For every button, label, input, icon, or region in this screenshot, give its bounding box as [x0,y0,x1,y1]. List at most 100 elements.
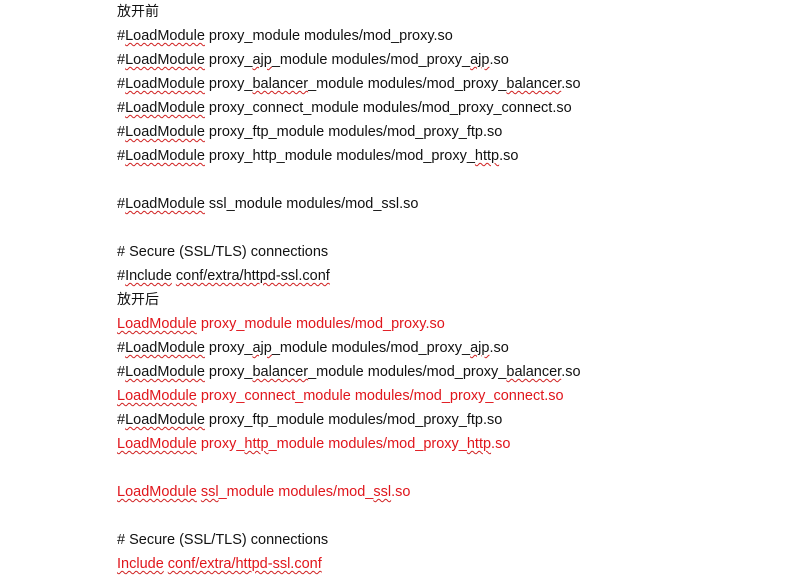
file-extension: .so [544,388,564,404]
line-text: proxy_ [204,364,253,380]
config-line: #LoadModule proxy_ajp_module modules/mod… [117,48,581,72]
line-text: proxy_module modules/mod_proxy [196,316,426,332]
file-extension: .so [482,412,503,428]
line-text: proxy_connect_module modules/mod_proxy_c… [204,100,553,116]
line-text: proxy_ [196,436,245,452]
flagged-word: balancer [252,76,309,92]
comment-prefix: # [117,76,126,92]
comment-prefix: # [117,340,126,356]
line-text: _module modules/mod_proxy_ [271,340,471,356]
config-line: #LoadModule proxy_balancer_module module… [117,72,581,96]
flagged-word: ssl [200,484,219,500]
ssl-config-line: LoadModule ssl_module modules/mod_ssl.so [117,480,581,504]
flagged-word: balancer [506,364,562,380]
flagged-word: conf/extra/httpd-ssl.conf [167,556,322,572]
flagged-word: ajp [470,340,490,356]
after-ssl-line: LoadModule ssl_module modules/mod_ssl.so [117,480,581,504]
config-line: #LoadModule proxy_ftp_module modules/mod… [117,120,581,144]
include-line: Include conf/extra/httpd-ssl.conf [117,552,581,576]
directive-keyword: Include [117,556,164,572]
config-line: #LoadModule proxy_ftp_module modules/mod… [117,408,581,432]
directive-keyword: LoadModule [125,364,205,380]
directive-keyword: LoadModule [125,28,205,44]
comment-prefix: # [117,124,126,140]
comment-prefix: # [117,364,126,380]
directive-keyword: LoadModule [125,100,205,116]
before-comment: # Secure (SSL/TLS) connections [117,244,329,260]
config-line: #LoadModule proxy_ajp_module modules/mod… [117,336,581,360]
ssl-config-line: #LoadModule ssl_module modules/mod_ssl.s… [117,192,581,216]
line-text: proxy_ [204,340,253,356]
line-text: proxy_module modules/mod_proxy [204,28,434,44]
directive-keyword: LoadModule [125,76,205,92]
line-text: proxy_ [204,52,253,68]
line-text: proxy_http_module modules/mod_proxy_ [204,148,475,164]
file-extension: .so [499,148,519,164]
line-text: _module modules/mod_ [218,484,374,500]
directive-keyword: LoadModule [125,124,205,140]
flagged-word: balancer [506,76,562,92]
config-line: #LoadModule proxy_module modules/mod_pro… [117,24,581,48]
comment-prefix: # [117,148,126,164]
flagged-word: http [474,148,500,164]
line-text: _module modules/mod_proxy_ [308,364,507,380]
file-extension: .so [482,124,503,140]
line-text: proxy_connect_module modules/mod_proxy_c… [196,388,545,404]
directive-keyword: LoadModule [117,316,197,332]
comment-prefix: # [117,196,126,212]
flagged-word: conf/extra/httpd-ssl.conf [175,268,330,284]
before-ssl-line: #LoadModule ssl_module modules/mod_ssl.s… [117,192,581,216]
before-module-lines: #LoadModule proxy_module modules/mod_pro… [117,24,581,168]
config-line: LoadModule proxy_connect_module modules/… [117,384,581,408]
line-text: proxy_ [204,76,253,92]
directive-keyword: LoadModule [125,148,205,164]
file-extension: .so [489,52,509,68]
flagged-word: http [466,436,492,452]
after-include-line: Include conf/extra/httpd-ssl.conf [117,552,581,576]
file-extension: .so [552,100,572,116]
line-text: proxy_ftp_module modules/mod_proxy_ftp [204,124,483,140]
line-text: ssl_module modules/mod_ssl [204,196,400,212]
comment-prefix: # [117,100,126,116]
line-text: _module modules/mod_proxy_ [268,436,467,452]
flagged-word: ajp [252,52,272,68]
file-extension: .so [399,196,419,212]
document-body: 放开前 #LoadModule proxy_module modules/mod… [117,0,581,576]
comment-prefix: # [117,412,126,428]
file-extension: .so [491,436,511,452]
heading-after: 放开后 [117,292,159,308]
flagged-word: ajp [252,340,272,356]
flagged-word: ssl [373,484,392,500]
config-line: LoadModule proxy_module modules/mod_prox… [117,312,581,336]
before-include-line: #Include conf/extra/httpd-ssl.conf [117,264,581,288]
line-text: proxy_ftp_module modules/mod_proxy_ftp [204,412,483,428]
directive-keyword: LoadModule [117,484,197,500]
flagged-word: http [244,436,269,452]
comment-prefix: # [117,268,126,284]
after-module-lines: LoadModule proxy_module modules/mod_prox… [117,312,581,456]
config-line: #LoadModule proxy_http_module modules/mo… [117,144,581,168]
heading-before: 放开前 [117,4,159,20]
line-text: _module modules/mod_proxy_ [271,52,471,68]
file-extension: .so [561,364,581,380]
comment-prefix: # [117,28,126,44]
directive-keyword: LoadModule [125,52,205,68]
flagged-word: ajp [470,52,490,68]
config-line: #LoadModule proxy_connect_module modules… [117,96,581,120]
file-extension: .so [489,340,509,356]
directive-keyword: LoadModule [117,436,197,452]
file-extension: .so [433,28,453,44]
line-text: _module modules/mod_proxy_ [308,76,507,92]
file-extension: .so [391,484,411,500]
directive-keyword: LoadModule [125,340,205,356]
file-extension: .so [561,76,581,92]
after-comment: # Secure (SSL/TLS) connections [117,532,329,548]
directive-keyword: Include [125,268,172,284]
directive-keyword: LoadModule [125,412,205,428]
directive-keyword: LoadModule [117,388,197,404]
comment-prefix: # [117,52,126,68]
